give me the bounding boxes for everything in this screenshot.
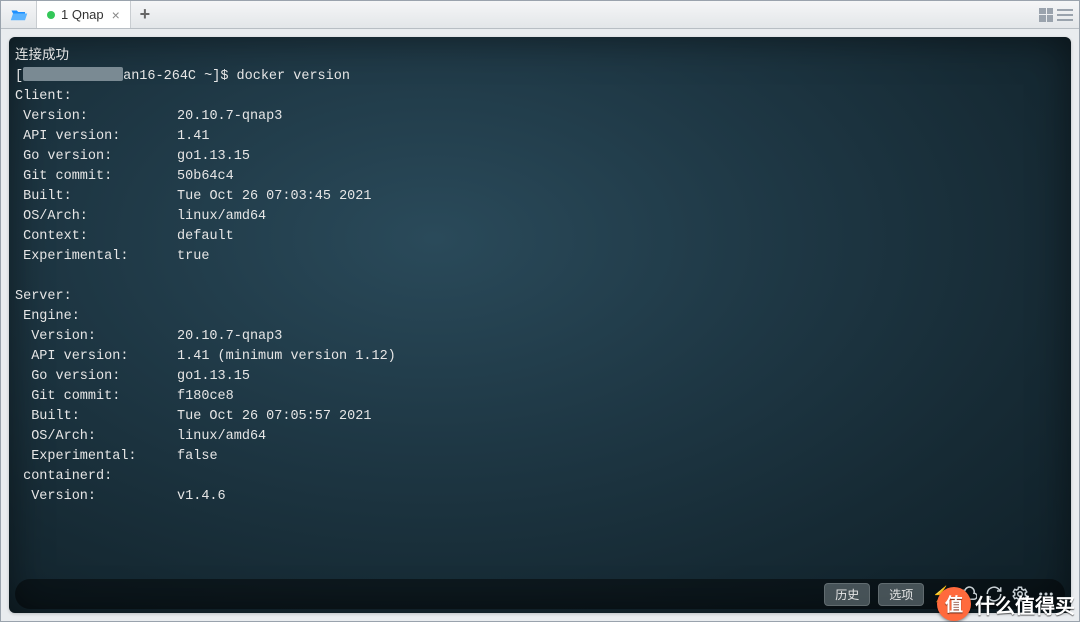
v: linux/amd64 (177, 209, 266, 224)
k: Version: (15, 109, 88, 124)
server-header: Server: (15, 289, 72, 304)
v: go1.13.15 (177, 149, 250, 164)
kv: OS/Arch: linux/amd64 (15, 429, 266, 444)
prompt-prefix: [ (15, 69, 23, 84)
k: Version: (15, 489, 96, 504)
engine-header: Engine: (15, 309, 80, 324)
client-header: Client: (15, 89, 72, 104)
grid-layout-button[interactable] (1039, 8, 1053, 22)
v: Tue Oct 26 07:05:57 2021 (177, 409, 371, 424)
history-button[interactable]: 历史 (824, 583, 870, 606)
v: linux/amd64 (177, 429, 266, 444)
tabbar-right-controls (1039, 1, 1073, 28)
new-tab-button[interactable]: + (131, 1, 159, 28)
v: 20.10.7-qnap3 (177, 109, 282, 124)
kv: Version: v1.4.6 (15, 489, 226, 504)
v: f180ce8 (177, 389, 234, 404)
k: Git commit: (15, 169, 112, 184)
redacted-user (23, 67, 123, 81)
k: Git commit: (15, 389, 120, 404)
terminal[interactable]: 连接成功 [ an16-264C ~]$ docker version Clien… (9, 37, 1071, 613)
k: Go version: (15, 149, 112, 164)
kv: Git commit: 50b64c4 (15, 169, 234, 184)
kv: Go version: go1.13.15 (15, 369, 250, 384)
open-folder-button[interactable] (1, 1, 37, 28)
terminal-toolbar: 历史 选项 ⚡ (15, 579, 1065, 609)
status-dot-icon (47, 11, 55, 19)
kv: Built: Tue Oct 26 07:05:57 2021 (15, 409, 371, 424)
connection-status: 连接成功 (15, 49, 69, 64)
k: Context: (15, 229, 88, 244)
terminal-output: 连接成功 [ an16-264C ~]$ docker version Clien… (9, 37, 1071, 575)
k: Go version: (15, 369, 120, 384)
list-layout-button[interactable] (1057, 9, 1073, 21)
kv: OS/Arch: linux/amd64 (15, 209, 266, 224)
v: 1.41 (177, 129, 209, 144)
kv: Experimental: false (15, 449, 218, 464)
kv: Built: Tue Oct 26 07:03:45 2021 (15, 189, 371, 204)
tab-bar: 1 Qnap × + (1, 1, 1079, 29)
kv: Context: default (15, 229, 234, 244)
options-button[interactable]: 选项 (878, 583, 924, 606)
kv: Git commit: f180ce8 (15, 389, 234, 404)
more-icon[interactable] (1037, 585, 1055, 603)
terminal-container: 连接成功 [ an16-264C ~]$ docker version Clien… (1, 29, 1079, 621)
kv: API version: 1.41 (15, 129, 209, 144)
tab-close-button[interactable]: × (110, 7, 122, 23)
containerd-header: containerd: (15, 469, 112, 484)
bolt-icon[interactable]: ⚡ (932, 585, 951, 603)
k: API version: (15, 129, 120, 144)
kv: Version: 20.10.7-qnap3 (15, 109, 282, 124)
v: v1.4.6 (177, 489, 226, 504)
v: default (177, 229, 234, 244)
k: Built: (15, 409, 80, 424)
tab-qnap[interactable]: 1 Qnap × (37, 1, 131, 28)
cloud-icon[interactable] (959, 585, 977, 603)
k: OS/Arch: (15, 429, 96, 444)
folder-open-icon (10, 8, 28, 22)
v: 50b64c4 (177, 169, 234, 184)
kv: Experimental: true (15, 249, 209, 264)
v: go1.13.15 (177, 369, 250, 384)
v: 20.10.7-qnap3 (177, 329, 282, 344)
tab-label: 1 Qnap (61, 7, 104, 22)
k: Version: (15, 329, 96, 344)
k: Experimental: (15, 449, 137, 464)
k: Built: (15, 189, 72, 204)
v: Tue Oct 26 07:03:45 2021 (177, 189, 371, 204)
k: OS/Arch: (15, 209, 88, 224)
kv: Version: 20.10.7-qnap3 (15, 329, 282, 344)
v: false (177, 449, 218, 464)
kv: API version: 1.41 (minimum version 1.12) (15, 349, 396, 364)
prompt-host: an16-264C ~]$ (123, 69, 236, 84)
gear-icon[interactable] (1011, 585, 1029, 603)
kv: Go version: go1.13.15 (15, 149, 250, 164)
command-text: docker version (237, 69, 350, 84)
k: API version: (15, 349, 128, 364)
app-window: 1 Qnap × + 连接成功 [ an16-264C ~]$ docker ve… (0, 0, 1080, 622)
refresh-icon[interactable] (985, 585, 1003, 603)
v: true (177, 249, 209, 264)
k: Experimental: (15, 249, 128, 264)
v: 1.41 (minimum version 1.12) (177, 349, 396, 364)
